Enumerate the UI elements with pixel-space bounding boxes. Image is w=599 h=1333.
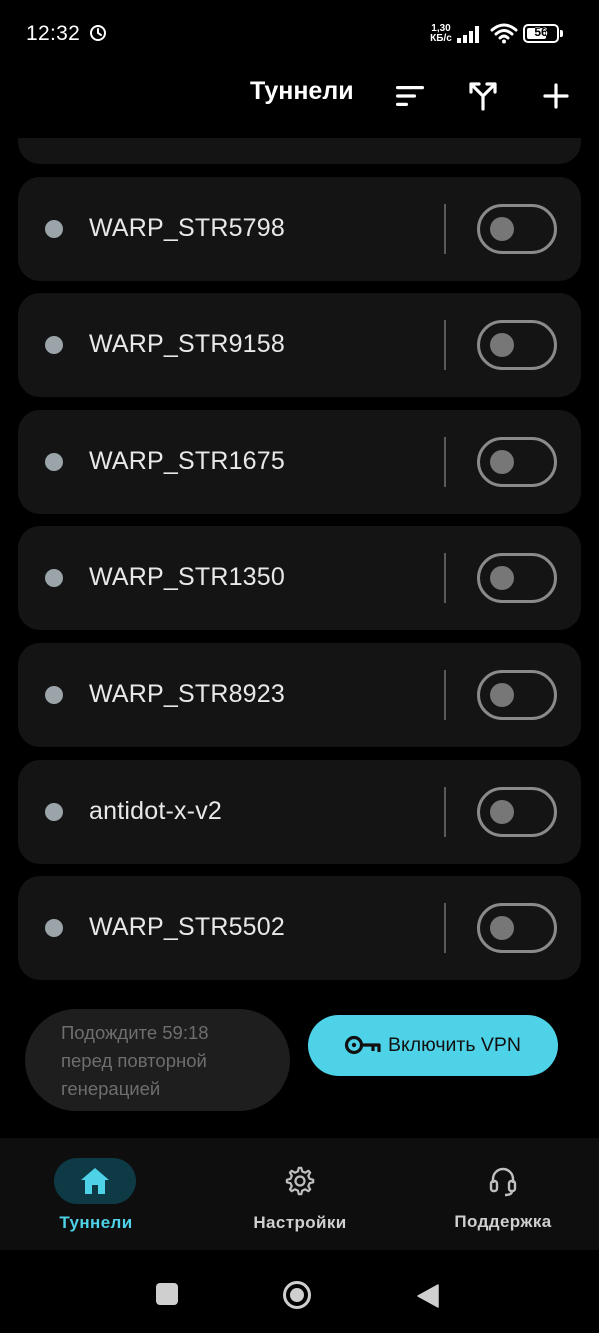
tunnel-card[interactable]: WARP_STR9158 (18, 293, 581, 397)
home-circle-icon[interactable] (282, 1280, 312, 1310)
tunnel-name: WARP_STR5798 (89, 214, 285, 242)
divider (444, 437, 446, 487)
status-time: 12:32 (26, 22, 81, 45)
tunnel-toggle[interactable] (477, 204, 557, 254)
page-title: Туннели (250, 77, 354, 105)
toggle-knob (490, 566, 514, 590)
toggle-knob (490, 916, 514, 940)
tunnel-name: WARP_STR8923 (89, 680, 285, 708)
toggle-knob (490, 217, 514, 241)
nav-active-indicator (54, 1158, 136, 1204)
cooldown-text-line: генерацией (61, 1078, 161, 1099)
headset-icon (489, 1167, 517, 1197)
tunnel-name: antidot-x-v2 (89, 797, 223, 825)
cooldown-text-line: Подождите 59:18 (61, 1022, 209, 1043)
system-navigation-bar (0, 1250, 599, 1333)
divider (444, 670, 446, 720)
tunnel-name: WARP_STR1350 (89, 563, 285, 591)
battery-level: 56 (534, 25, 548, 39)
nav-label-support: Поддержка (454, 1212, 552, 1231)
home-icon (81, 1168, 109, 1194)
tunnel-toggle[interactable] (477, 903, 557, 953)
gear-icon (285, 1166, 315, 1196)
nav-item-support[interactable]: Поддержка (423, 1138, 583, 1250)
bottom-navigation: Туннели Настройки Поддержка (0, 1138, 599, 1250)
signal-icon (457, 26, 479, 43)
tunnel-list[interactable]: WARP_STR5798 WARP_STR9158 WARP_STR1675 W… (0, 138, 599, 998)
status-dot (45, 803, 63, 821)
tunnel-card[interactable]: WARP_STR1350 (18, 526, 581, 630)
status-dot (45, 919, 63, 937)
tunnel-card[interactable]: WARP_STR8923 (18, 643, 581, 747)
status-dot (45, 336, 63, 354)
divider (444, 553, 446, 603)
key-icon (344, 1035, 381, 1055)
status-dot (45, 569, 63, 587)
nav-icon-wrap (259, 1158, 341, 1204)
status-dot (45, 686, 63, 704)
tunnel-toggle[interactable] (477, 437, 557, 487)
tunnel-card[interactable]: antidot-x-v2 (18, 760, 581, 864)
tunnel-name: WARP_STR1675 (89, 447, 285, 475)
nav-label-tunnels: Туннели (59, 1213, 133, 1232)
tunnel-card[interactable]: WARP_STR5798 (18, 177, 581, 281)
network-speed: 1,30 КБ/с (430, 23, 452, 44)
nav-item-settings[interactable]: Настройки (220, 1138, 380, 1250)
tunnel-name: WARP_STR5502 (89, 913, 285, 941)
tunnel-card[interactable]: WARP_STR5502 (18, 876, 581, 980)
split-tunneling-button[interactable] (461, 74, 505, 118)
tunnel-toggle[interactable] (477, 553, 557, 603)
enable-vpn-label: Включить VPN (388, 1034, 521, 1056)
toggle-knob (490, 450, 514, 474)
status-bar: 12:32 1,30 КБ/с 56 (0, 0, 599, 68)
regenerate-cooldown-button[interactable]: Подождите 59:18 перед повторной генераци… (25, 1009, 290, 1111)
toggle-knob (490, 333, 514, 357)
divider (444, 320, 446, 370)
enable-vpn-button[interactable]: Включить VPN (308, 1015, 558, 1076)
top-app-bar: Туннели (0, 68, 599, 138)
nav-label-settings: Настройки (253, 1213, 347, 1232)
partially-scrolled-card (18, 138, 581, 164)
status-dot (45, 220, 63, 238)
nav-icon-wrap (462, 1158, 544, 1204)
divider (444, 903, 446, 953)
tunnel-toggle[interactable] (477, 670, 557, 720)
recents-icon[interactable] (155, 1282, 179, 1306)
sort-icon (396, 86, 424, 106)
sort-button[interactable] (388, 74, 432, 118)
add-tunnel-button[interactable] (534, 74, 578, 118)
nav-item-tunnels[interactable]: Туннели (16, 1138, 176, 1250)
toggle-knob (490, 800, 514, 824)
cooldown-text-line: перед повторной (61, 1050, 207, 1071)
wifi-icon (490, 23, 518, 44)
divider (444, 787, 446, 837)
add-icon (543, 83, 569, 109)
back-icon[interactable] (416, 1283, 440, 1309)
divider (444, 204, 446, 254)
status-dot (45, 453, 63, 471)
clock-icon (90, 25, 106, 41)
battery-icon: 56 (523, 24, 563, 43)
tunnel-toggle[interactable] (477, 787, 557, 837)
toggle-knob (490, 683, 514, 707)
tunnel-name: WARP_STR9158 (89, 330, 285, 358)
route-split-icon (469, 82, 497, 111)
tunnel-card[interactable]: WARP_STR1675 (18, 410, 581, 514)
tunnel-toggle[interactable] (477, 320, 557, 370)
